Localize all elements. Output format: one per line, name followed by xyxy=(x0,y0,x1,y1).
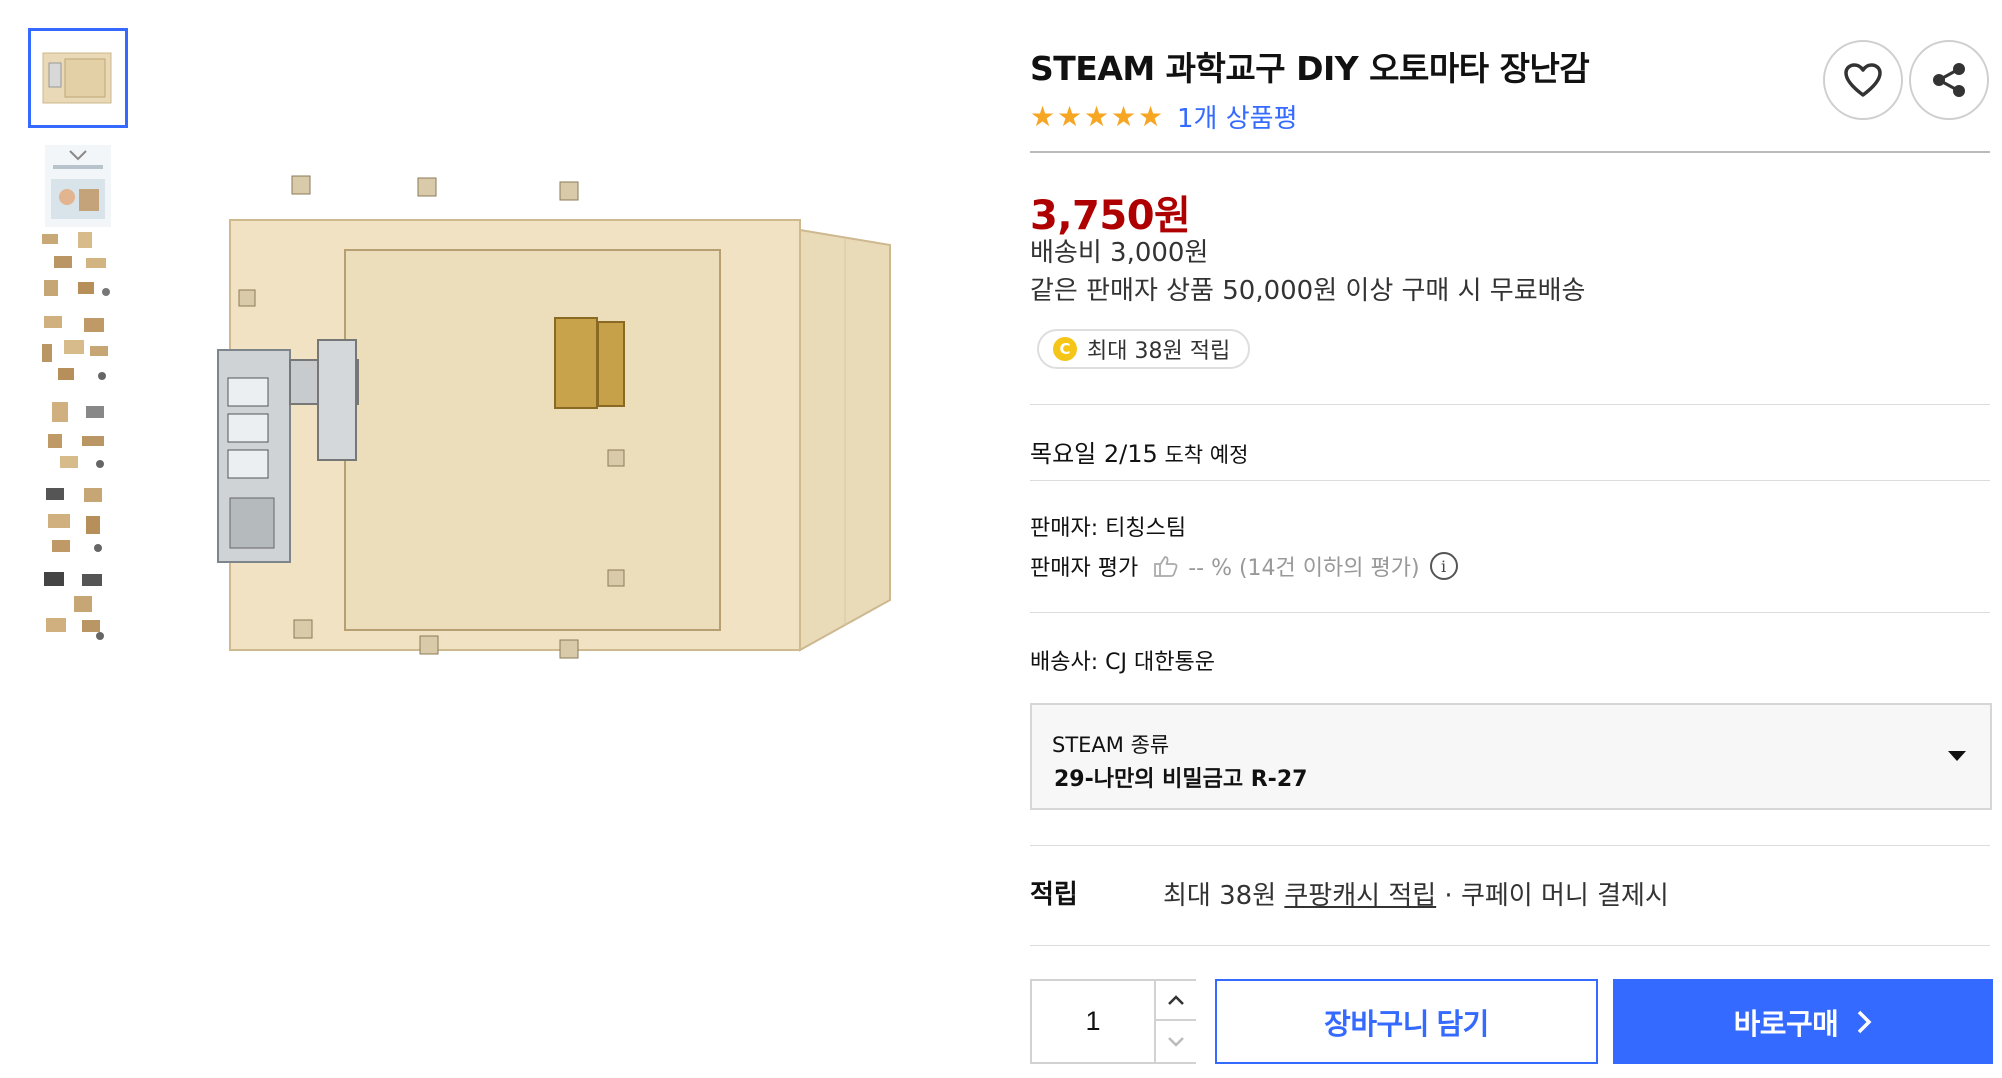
star-icon: ★ xyxy=(1030,99,1056,133)
wishlist-button[interactable] xyxy=(1823,40,1903,120)
thumbnail-kits-image xyxy=(48,402,104,468)
thumbnail-7[interactable] xyxy=(28,556,128,656)
thumbnail-1[interactable] xyxy=(28,28,128,128)
option-select[interactable]: STEAM 종류 29-나만의 비밀금고 R-27 xyxy=(1030,703,1992,810)
wooden-safe-image xyxy=(217,175,891,659)
star-icon: ★ xyxy=(1084,99,1110,133)
buy-now-button[interactable]: 바로구매 xyxy=(1613,979,1993,1064)
thumbnail-5[interactable] xyxy=(28,386,128,486)
coupang-cash-coin-icon: C xyxy=(1053,337,1077,361)
thumbnail-kits-image xyxy=(42,316,108,380)
add-to-cart-button[interactable]: 장바구니 담기 xyxy=(1215,979,1598,1064)
arrival-date: 목요일 2/15 xyxy=(1030,440,1158,468)
quantity-decrease-button[interactable] xyxy=(1154,1021,1196,1062)
chevron-down-icon xyxy=(1168,1036,1184,1047)
thumbs-up-icon xyxy=(1154,556,1178,577)
main-product-image xyxy=(200,150,960,730)
product-title: STEAM 과학교구 DIY 오토마타 장난감 xyxy=(1030,49,1590,88)
divider xyxy=(1030,845,1990,846)
coupang-cash-link[interactable]: 쿠팡캐시 적립 xyxy=(1284,881,1436,911)
seller-rating-info: -- % (14건 이하의 평가) xyxy=(1152,550,1420,582)
thumbnail-kits-image xyxy=(42,232,110,296)
quantity-increase-button[interactable] xyxy=(1154,981,1196,1021)
divider xyxy=(1030,151,1990,153)
heart-icon xyxy=(1844,63,1882,97)
info-icon[interactable]: i xyxy=(1429,552,1458,580)
quantity-stepper xyxy=(1030,979,1196,1064)
reward-prefix: 최대 38원 xyxy=(1163,881,1285,911)
rating-row: ★ ★ ★ ★ ★ 1개 상품평 xyxy=(1030,98,1298,135)
reward-description: 최대 38원 쿠팡캐시 적립 · 쿠페이 머니 결제시 xyxy=(1163,875,1669,912)
divider xyxy=(1030,480,1990,481)
thumbnail-kits-image xyxy=(44,572,104,640)
arrival-suffix: 도착 예정 xyxy=(1157,443,1249,467)
seller-rating-value: -- % (14건 이하의 평가) xyxy=(1188,556,1420,581)
reward-title: 적립 xyxy=(1030,880,1078,910)
thumbnail-poster-image xyxy=(45,145,111,227)
option-label: STEAM 종류 xyxy=(1052,733,1170,757)
share-icon xyxy=(1933,63,1965,97)
arrival-estimate: 목요일 2/15 도착 예정 xyxy=(1030,434,1248,469)
star-icon: ★ xyxy=(1057,99,1083,133)
quantity-input[interactable] xyxy=(1032,981,1154,1062)
divider xyxy=(1030,945,1990,946)
free-shipping-note: 같은 판매자 상품 50,000원 이상 구매 시 무료배송 xyxy=(1030,276,1586,306)
chevron-right-icon xyxy=(1856,1009,1872,1035)
option-selected-value: 29-나만의 비밀금고 R-27 xyxy=(1054,767,1308,792)
shipping-carrier: 배송사: CJ 대한통운 xyxy=(1030,650,1215,675)
seller-rating-row: 판매자 평가 -- % (14건 이하의 평가) i xyxy=(1030,550,1458,582)
buy-now-label: 바로구매 xyxy=(1733,1008,1839,1041)
reward-suffix: · 쿠페이 머니 결제시 xyxy=(1436,881,1669,911)
shipping-fee: 배송비 3,000원 xyxy=(1030,238,1209,268)
thumbnail-kits-image xyxy=(46,488,102,552)
review-count-link[interactable]: 1개 상품평 xyxy=(1177,98,1298,135)
star-icon: ★ xyxy=(1111,99,1137,133)
divider xyxy=(1030,404,1990,405)
cash-reward-text: 최대 38원 적립 xyxy=(1087,339,1231,364)
cash-reward-badge: C 최대 38원 적립 xyxy=(1037,329,1251,369)
thumbnail-safe-image xyxy=(42,52,112,104)
seller-rating-label: 판매자 평가 xyxy=(1030,556,1139,581)
divider xyxy=(1030,612,1990,613)
star-icon: ★ xyxy=(1138,99,1164,133)
share-button[interactable] xyxy=(1909,40,1989,120)
rating-stars: ★ ★ ★ ★ ★ xyxy=(1030,99,1165,133)
chevron-up-icon xyxy=(1168,995,1184,1005)
thumbnail-4[interactable] xyxy=(28,300,128,400)
seller-name: 판매자: 티칭스팀 xyxy=(1030,516,1187,541)
caret-down-icon xyxy=(1948,751,1966,761)
